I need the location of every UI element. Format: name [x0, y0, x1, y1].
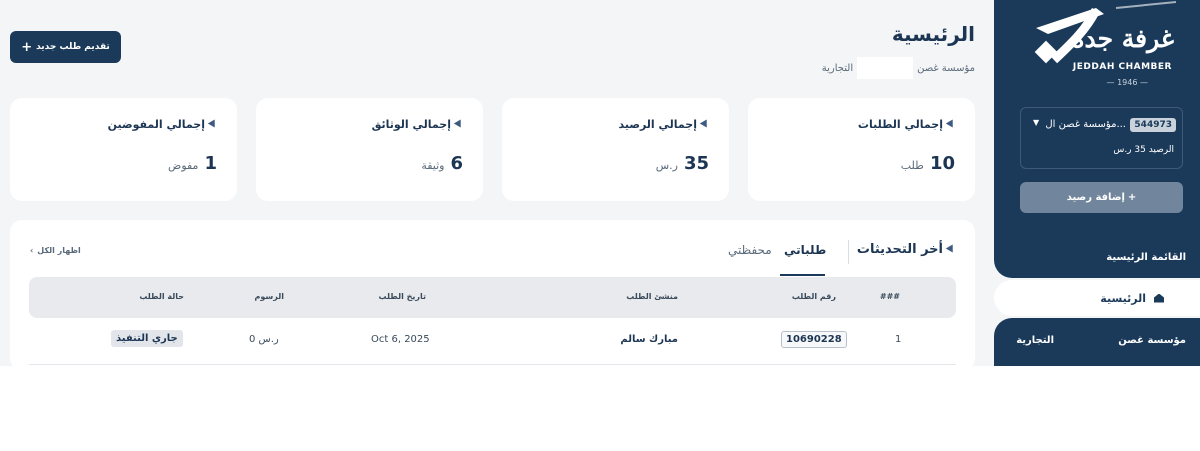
show-all-label: اظهار الكل	[37, 246, 81, 255]
column-header-date: تاريخ الطلب	[378, 292, 426, 301]
account-selector[interactable]: 544973 مؤسسة غصن ال... ▼ الرصيد 35 ر.س	[1020, 107, 1183, 169]
jeddah-chamber-logo[interactable]: غرفة جدة JEDDAH CHAMBER — 1946 —	[1026, 0, 1186, 100]
show-all-link[interactable]: ‹ اظهار الكل	[30, 246, 81, 255]
stat-label: إجمالي الطلبات	[857, 118, 943, 131]
account-balance: الرصيد 35 ر.س	[1113, 145, 1174, 155]
org-subtitle: التجارية مؤسسة غصن	[822, 57, 975, 79]
logo-year: — 1946 —	[1106, 78, 1148, 87]
column-header-index: ###	[879, 292, 900, 301]
sidebar-top: غرفة جدة JEDDAH CHAMBER — 1946 — 544973 …	[994, 0, 1200, 278]
column-header-creator: منشئ الطلب	[626, 292, 678, 301]
add-balance-label: إضافة رصيد	[1066, 192, 1125, 203]
stat-label: إجمالي المفوضين	[107, 118, 205, 131]
org-name-second: التجارية	[1016, 335, 1054, 346]
new-request-button[interactable]: + تقديم طلب جديد	[10, 31, 121, 63]
stat-unit: طلب	[900, 159, 924, 172]
updates-panel: أخر التحديثات طلباتي محفظتي ‹ اظهار الكل…	[10, 220, 975, 366]
app-viewport: الرئيسية التجارية مؤسسة غصن + تقديم طلب …	[0, 0, 1200, 366]
cell-date: Oct 6, 2025	[371, 334, 430, 345]
stat-value: 1	[204, 153, 217, 174]
stat-card-balance: إجمالي الرصيد ر.س 35	[502, 98, 729, 201]
cell-fee: 0 ر.س	[249, 334, 279, 345]
sidebar-item-label: الرئيسية	[1100, 291, 1146, 305]
org-name-first: مؤسسة غصن	[1118, 335, 1186, 346]
cell-request-no: 10690228	[781, 331, 847, 348]
logo-arabic: غرفة جدة	[1071, 24, 1174, 53]
tab-my-wallet[interactable]: محفظتي	[728, 243, 772, 257]
tab-my-requests[interactable]: طلباتي	[784, 243, 826, 257]
divider	[848, 240, 849, 264]
stat-card-requests: إجمالي الطلبات طلب 10	[748, 98, 975, 201]
plus-icon: +	[21, 39, 33, 55]
updates-title-text: أخر التحديثات	[856, 242, 943, 257]
sidebar-org-section[interactable]: مؤسسة غصن التجارية	[994, 318, 1200, 366]
table-header: ### رقم الطلب منشئ الطلب تاريخ الطلب الر…	[29, 277, 956, 318]
org-name-part2: التجارية	[821, 62, 854, 74]
status-badge: جاري التنفيذ	[111, 330, 183, 347]
page-title: الرئيسية	[891, 22, 975, 46]
account-id-badge: 544973	[1130, 118, 1176, 132]
stat-unit: مفوض	[168, 159, 199, 172]
account-name: مؤسسة غصن ال...	[1045, 119, 1126, 130]
org-name-part1: مؤسسة غصن	[917, 62, 975, 74]
stat-value: 6	[450, 153, 463, 174]
sidebar: غرفة جدة JEDDAH CHAMBER — 1946 — 544973 …	[994, 0, 1200, 366]
pointer-icon	[945, 119, 957, 130]
home-icon	[1154, 293, 1164, 303]
caret-down-icon: ▼	[1033, 118, 1040, 127]
add-balance-button[interactable]: إضافة رصيد +	[1020, 182, 1183, 213]
pointer-icon	[699, 119, 711, 130]
column-header-status: حالة الطلب	[139, 292, 184, 301]
stat-label: إجمالي الوثائق	[371, 118, 451, 131]
cell-index: 1	[895, 334, 902, 345]
stat-value: 35	[683, 153, 709, 174]
main-menu-title: القائمة الرئيسية	[1106, 252, 1186, 263]
chevron-left-icon: ‹	[30, 246, 34, 255]
pointer-icon	[945, 244, 957, 255]
stat-label: إجمالي الرصيد	[618, 118, 697, 131]
org-name-redaction	[857, 57, 914, 79]
column-header-request-no: رقم الطلب	[791, 292, 836, 301]
plus-icon: +	[1127, 192, 1137, 203]
table-row[interactable]: 1 10690228 مبارك سالم Oct 6, 2025 0 ر.س …	[29, 318, 956, 365]
column-header-fee: الرسوم	[254, 292, 284, 301]
logo-english: JEDDAH CHAMBER	[1072, 62, 1172, 72]
stat-card-documents: إجمالي الوثائق وثيقة 6	[256, 98, 483, 201]
updates-title: أخر التحديثات	[856, 242, 957, 257]
active-tab-indicator	[780, 274, 825, 276]
cell-creator: مبارك سالم	[620, 334, 678, 345]
pointer-icon	[453, 119, 465, 130]
pointer-icon	[207, 119, 219, 130]
stat-card-delegates: إجمالي المفوضين مفوض 1	[10, 98, 237, 201]
stat-value: 10	[929, 153, 955, 174]
stat-unit: ر.س	[655, 159, 678, 172]
new-request-label: تقديم طلب جديد	[36, 42, 110, 52]
stat-unit: وثيقة	[421, 159, 445, 172]
sidebar-item-home[interactable]: الرئيسية	[994, 280, 1200, 316]
